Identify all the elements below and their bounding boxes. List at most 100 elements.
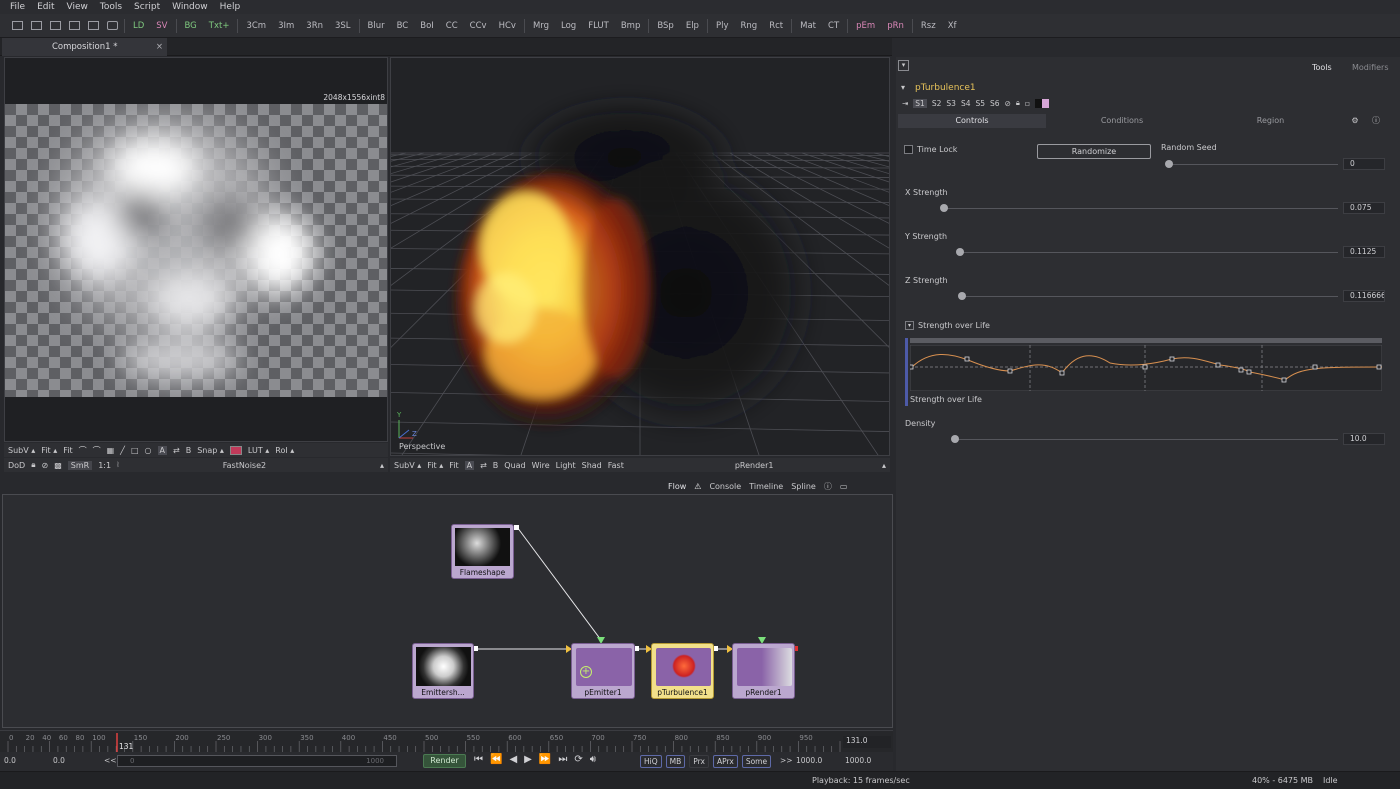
density-track[interactable] — [953, 439, 1338, 440]
smr-button[interactable]: SmR — [67, 460, 93, 470]
strength-curve-editor[interactable] — [910, 345, 1382, 391]
tool-button-ccv[interactable]: CCv — [464, 14, 493, 38]
tool-button-ld[interactable]: LD — [127, 14, 150, 38]
menu-file[interactable]: File — [10, 2, 25, 12]
tool-button-bsp[interactable]: BSp — [651, 14, 679, 38]
no-entry-icon[interactable]: ⊘ — [41, 461, 48, 470]
loop-icon[interactable]: ⟳ — [574, 754, 582, 765]
node-pturbulence[interactable]: pTurbulence1 — [651, 643, 714, 699]
lut-dropdown[interactable]: LUT ▴ — [248, 446, 269, 455]
tool-button-blur[interactable]: Blur — [362, 14, 391, 38]
go-to-end-icon[interactable]: ⏭ — [558, 754, 567, 765]
x-strength-value[interactable]: 0.075 — [1343, 202, 1385, 214]
tool-button-rct[interactable]: Rct — [763, 14, 789, 38]
y-strength-knob[interactable] — [956, 248, 964, 256]
left-viewer[interactable]: 2048x1556xint8 — [4, 57, 388, 442]
hiq-toggle[interactable]: HiQ — [640, 755, 662, 768]
tool-button-ct[interactable]: CT — [822, 14, 845, 38]
fit-dropdown-right[interactable]: Fit ▴ — [427, 461, 443, 470]
y-strength-track[interactable] — [958, 252, 1338, 253]
info-icon[interactable]: ⓘ — [824, 481, 832, 492]
node-prender[interactable]: pRender1 — [732, 643, 795, 699]
play-icon[interactable]: ▶ — [524, 754, 532, 765]
gear-icon[interactable]: ⚙ — [1343, 114, 1367, 128]
tool-button-bmp[interactable]: Bmp — [615, 14, 647, 38]
step-forward-icon[interactable]: ⏩ — [539, 754, 551, 765]
version-s6[interactable]: S6 — [990, 99, 1000, 108]
disable-icon[interactable]: ⊘ — [1005, 99, 1011, 108]
render-start-field[interactable]: 0.0 — [53, 756, 65, 765]
tool-button-3im[interactable]: 3Im — [272, 14, 300, 38]
buffer-b-button-right[interactable]: B — [493, 461, 499, 470]
comment-icon[interactable]: ▭ — [840, 482, 848, 491]
tool-button-bg[interactable]: BG — [179, 14, 203, 38]
range-next-button[interactable]: >> — [780, 756, 793, 765]
layout-stack-icon[interactable] — [88, 21, 99, 30]
tab-tools[interactable]: Tools — [1312, 63, 1332, 72]
tool-button-rsz[interactable]: Rsz — [915, 14, 942, 38]
fit-button-right[interactable]: Fit — [449, 461, 458, 470]
tool-button-log[interactable]: Log — [555, 14, 582, 38]
version-s4[interactable]: S4 — [961, 99, 971, 108]
close-icon[interactable]: × — [156, 38, 163, 56]
buffer-a-button[interactable]: A — [157, 445, 168, 455]
fit-dropdown[interactable]: Fit ▴ — [41, 446, 57, 455]
cache-icon[interactable]: ▫ — [1025, 99, 1030, 108]
subview-button[interactable]: SubV ▴ — [8, 446, 35, 455]
node-emittershape[interactable]: Emittersh... — [412, 643, 474, 699]
version-s2[interactable]: S2 — [932, 99, 942, 108]
time-lock-checkbox[interactable] — [904, 145, 913, 154]
node-pemitter[interactable]: + pEmitter1 — [571, 643, 635, 699]
color-swatch-icon[interactable] — [1034, 98, 1049, 108]
mb-toggle[interactable]: MB — [665, 755, 686, 768]
prx-toggle[interactable]: Prx — [689, 755, 709, 768]
tab-timeline[interactable]: Timeline — [749, 482, 783, 491]
ellipse-tool-icon[interactable]: ○ — [145, 446, 152, 455]
left-viewer-menu-icon[interactable]: ▴ — [380, 461, 384, 470]
tool-button-pem[interactable]: pEm — [850, 14, 881, 38]
step-back-icon[interactable]: ⏪ — [490, 754, 502, 765]
lock-icon[interactable]: 🔒︎ — [31, 460, 35, 470]
tool-button-hcv[interactable]: HCv — [493, 14, 522, 38]
curve-tool-icon[interactable]: ⌒ — [79, 445, 87, 456]
tab-region[interactable]: Region — [1198, 114, 1343, 128]
aprx-toggle[interactable]: APrx — [712, 755, 738, 768]
pin-icon[interactable]: ⇥ — [902, 99, 908, 108]
wire-button[interactable]: Wire — [532, 461, 550, 470]
tool-button-3rn[interactable]: 3Rn — [300, 14, 329, 38]
end-time-field[interactable]: 131.0 — [843, 736, 891, 748]
layout-horizontal-icon[interactable] — [50, 21, 61, 30]
z-strength-knob[interactable] — [958, 292, 966, 300]
tool-button-boi[interactable]: BoI — [414, 14, 440, 38]
version-s3[interactable]: S3 — [946, 99, 956, 108]
tool-button-3cm[interactable]: 3Cm — [240, 14, 272, 38]
play-reverse-icon[interactable]: ◀ — [509, 754, 517, 765]
tab-flow[interactable]: Flow — [668, 482, 686, 491]
tool-button-elp[interactable]: Elp — [680, 14, 705, 38]
menu-window[interactable]: Window — [172, 2, 208, 12]
right-viewer[interactable]: Perspective Y Z — [390, 57, 890, 456]
version-s1[interactable]: S1 — [913, 98, 927, 108]
dod-label[interactable]: DoD — [8, 461, 25, 470]
tool-button-mat[interactable]: Mat — [794, 14, 822, 38]
random-seed-value[interactable]: 0 — [1343, 158, 1385, 170]
tab-conditions[interactable]: Conditions — [1046, 114, 1198, 128]
layout-split-icon[interactable] — [31, 21, 42, 30]
ab-split-icon[interactable]: ⇄ — [173, 446, 180, 455]
menu-view[interactable]: View — [67, 2, 88, 12]
tool-button-bc[interactable]: BC — [391, 14, 415, 38]
grid-icon[interactable]: ▦ — [107, 446, 115, 455]
z-strength-track[interactable] — [960, 296, 1338, 297]
range-scrollbar[interactable]: 0 1000 — [117, 755, 397, 767]
menu-help[interactable]: Help — [220, 2, 241, 12]
tool-button-mrg[interactable]: Mrg — [527, 14, 555, 38]
ratio-label[interactable]: 1:1 — [98, 461, 111, 470]
tool-button-3sl[interactable]: 3SL — [329, 14, 357, 38]
menu-edit[interactable]: Edit — [37, 2, 54, 12]
tab-controls[interactable]: Controls — [898, 114, 1046, 128]
render-end-field[interactable]: 1000.0 — [796, 756, 822, 765]
menu-tools[interactable]: Tools — [100, 2, 122, 12]
tool-button-flut[interactable]: FLUT — [582, 14, 615, 38]
tool-button-txt-[interactable]: Txt+ — [203, 14, 236, 38]
layout-vertical-icon[interactable] — [69, 21, 80, 30]
